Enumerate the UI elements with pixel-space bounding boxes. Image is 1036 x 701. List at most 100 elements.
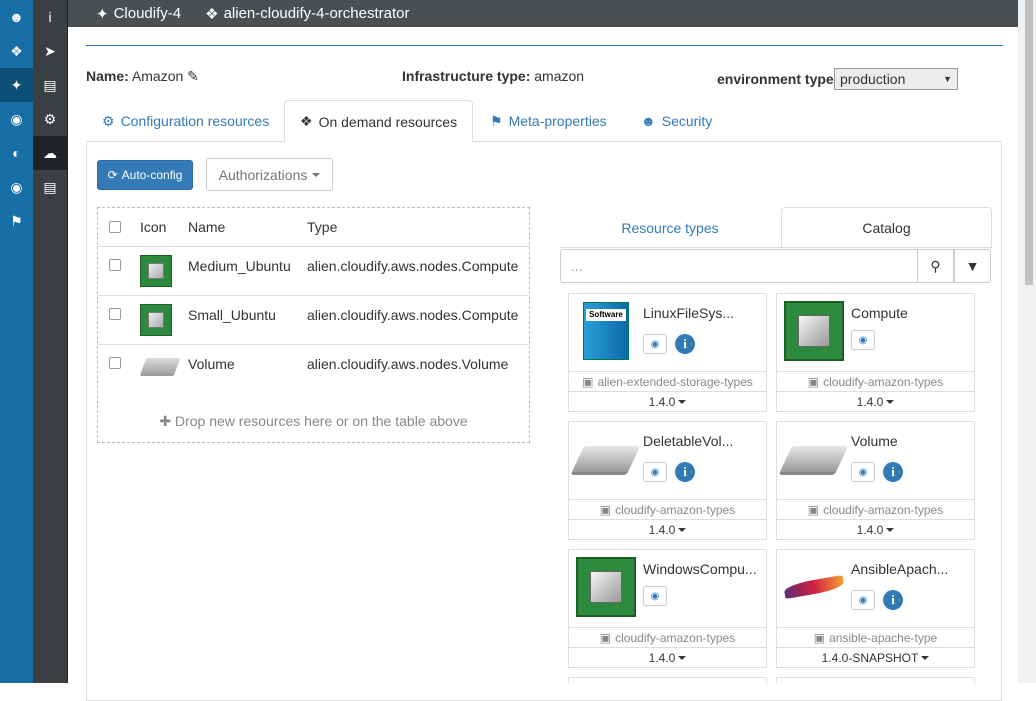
tab-on-demand-resources[interactable]: ❖ On demand resources (284, 100, 474, 143)
authorizations-button[interactable]: Authorizations (206, 158, 333, 191)
dropdown-arrow-icon: ▼ (943, 74, 952, 84)
breadcrumb-item-orchestrator[interactable]: ❖ alien-cloudify-4-orchestrator (205, 5, 409, 23)
version-dropdown[interactable]: 1.4.0 (777, 519, 974, 539)
bar-chart-icon[interactable]: ▤ (33, 68, 67, 102)
card-name: DeletableVol... (643, 433, 734, 449)
view-button[interactable]: ◉ (643, 586, 667, 606)
environment-type-select[interactable]: production ▼ (834, 68, 958, 90)
environment-type-label: environment type: (717, 71, 839, 87)
catalog-card[interactable] (776, 677, 975, 683)
info-icon[interactable]: i (33, 0, 67, 34)
card-archive: ▣ ansible-apache-type (777, 627, 974, 647)
archive-icon: ▣ (807, 502, 820, 517)
tab-resource-types[interactable]: Resource types (560, 207, 780, 248)
archive-icon: ▣ (813, 630, 826, 645)
card-name: AnsibleApach... (851, 561, 949, 577)
view-button[interactable]: ◉ (851, 462, 875, 482)
column-header-type: Type (307, 219, 338, 235)
compute-chip-icon (140, 304, 172, 336)
tags-icon[interactable]: ⚑ (0, 204, 33, 238)
tab-catalog[interactable]: Catalog (781, 207, 992, 249)
info-icon[interactable]: i (675, 462, 695, 482)
tab-configuration-resources[interactable]: ⚙ Configuration resources (102, 100, 269, 142)
filter-icon: ▼ (965, 258, 980, 274)
resource-name: Volume (188, 356, 235, 372)
column-header-icon: Icon (140, 219, 167, 235)
table-row[interactable]: Medium_Ubuntu alien.cloudify.aws.nodes.C… (98, 246, 529, 295)
version-dropdown[interactable]: 1.4.0 (569, 647, 766, 667)
card-name: Compute (851, 305, 908, 321)
infrastructure-type: Infrastructure type: amazon (402, 68, 585, 84)
cloud-icon[interactable]: ☁ (33, 136, 67, 170)
dashboard-icon[interactable]: ◐ (0, 136, 33, 170)
catalog-card[interactable]: DeletableVol... ◉ i ▣ cloudify-amazon-typ… (568, 421, 767, 540)
view-button[interactable]: ◉ (851, 330, 875, 350)
card-archive: ▣ cloudify-amazon-types (777, 499, 974, 519)
info-icon[interactable]: i (883, 462, 903, 482)
catalog-card[interactable]: Volume ◉ i ▣ cloudify-amazon-types 1.4.0 (776, 421, 975, 540)
catalog-tabs: Resource types Catalog (560, 207, 992, 249)
table-header: Icon Name Type (98, 208, 529, 246)
eye-icon: ◉ (650, 590, 660, 602)
tab-meta-properties[interactable]: ⚑ Meta-properties (490, 100, 607, 142)
card-name: Volume (851, 433, 898, 449)
users-icon[interactable]: ☻ (0, 0, 33, 34)
catalog-card[interactable]: Compute ◉ ▣ cloudify-amazon-types 1.4.0 (776, 293, 975, 412)
volume-icon (139, 358, 181, 376)
resource-name: Small_Ubuntu (188, 307, 276, 323)
caret-down-icon (921, 655, 930, 660)
filter-button[interactable]: ▼ (954, 249, 991, 283)
eye-icon: ◉ (650, 338, 660, 350)
wrench-icon[interactable]: ⚙ (33, 102, 67, 136)
table-row[interactable]: Small_Ubuntu alien.cloudify.aws.nodes.Co… (98, 295, 529, 344)
version-dropdown[interactable]: 1.4.0-SNAPSHOT (777, 647, 974, 667)
breadcrumb-item-cloudify[interactable]: ✦ Cloudify-4 (96, 5, 181, 23)
document-icon[interactable]: ▤ (33, 170, 67, 204)
rocket-icon[interactable]: ➤ (33, 34, 67, 68)
tab-security[interactable]: ☻ Security (641, 100, 712, 142)
catalog-card[interactable]: WindowsCompu... ◉ ▣ cloudify-amazon-types… (568, 549, 767, 668)
info-icon[interactable]: i (675, 334, 695, 354)
tags-icon: ⚑ (490, 112, 503, 129)
scrollbar-thumb[interactable] (1025, 0, 1033, 285)
info-icon[interactable]: i (883, 590, 903, 610)
column-header-name: Name (188, 219, 226, 235)
card-archive: ▣ cloudify-amazon-types (777, 371, 974, 391)
version-dropdown[interactable]: 1.4.0 (569, 391, 766, 411)
volume-icon (779, 446, 849, 472)
catalog-card[interactable]: AnsibleApach... ◉ i ▣ ansible-apache-type… (776, 549, 975, 668)
plus-icon: ✚ (159, 413, 172, 429)
caret-down-icon (886, 399, 895, 404)
auto-config-button[interactable]: ⟳ Auto-config (97, 160, 193, 190)
card-name: WindowsCompu... (643, 561, 757, 577)
edit-icon[interactable]: ✎ (187, 68, 199, 84)
select-all-checkbox[interactable] (109, 221, 121, 233)
resources-drop-area[interactable]: Icon Name Type Medium_Ubuntu alien.cloud… (97, 207, 530, 443)
main-nav: ☻ ❖ ✦ ◉ ◐ ◉ ⚑ (0, 0, 33, 683)
row-checkbox[interactable] (109, 308, 121, 320)
compute-chip-icon (140, 255, 172, 287)
row-checkbox[interactable] (109, 259, 121, 271)
resource-type: alien.cloudify.aws.nodes.Compute (307, 258, 519, 274)
wand-icon[interactable]: ✦ (0, 68, 33, 102)
catalog-card[interactable]: Software LinuxFileSys... ◉ i ▣ alien-exte… (568, 293, 767, 412)
table-row[interactable]: Volume alien.cloudify.aws.nodes.Volume (98, 344, 529, 393)
archive-icon: ▣ (599, 630, 612, 645)
eye-icon[interactable]: ◉ (0, 170, 33, 204)
software-box-icon: Software (575, 299, 637, 363)
archive-icon: ▣ (582, 374, 594, 389)
globe-icon[interactable]: ◉ (0, 102, 33, 136)
wrench-icon: ⚙ (102, 112, 115, 129)
row-checkbox[interactable] (109, 357, 121, 369)
puzzle-icon[interactable]: ❖ (0, 34, 33, 68)
view-button[interactable]: ◉ (643, 334, 667, 354)
search-button[interactable]: ⚲ (917, 249, 954, 283)
view-button[interactable]: ◉ (851, 590, 875, 610)
version-dropdown[interactable]: 1.4.0 (569, 519, 766, 539)
version-dropdown[interactable]: 1.4.0 (777, 391, 974, 411)
resource-type: alien.cloudify.aws.nodes.Volume (307, 356, 509, 372)
catalog-card[interactable] (568, 677, 767, 683)
view-button[interactable]: ◉ (643, 462, 667, 482)
users-icon: ☻ (641, 113, 656, 129)
catalog-search-input[interactable]: ... (560, 249, 918, 283)
